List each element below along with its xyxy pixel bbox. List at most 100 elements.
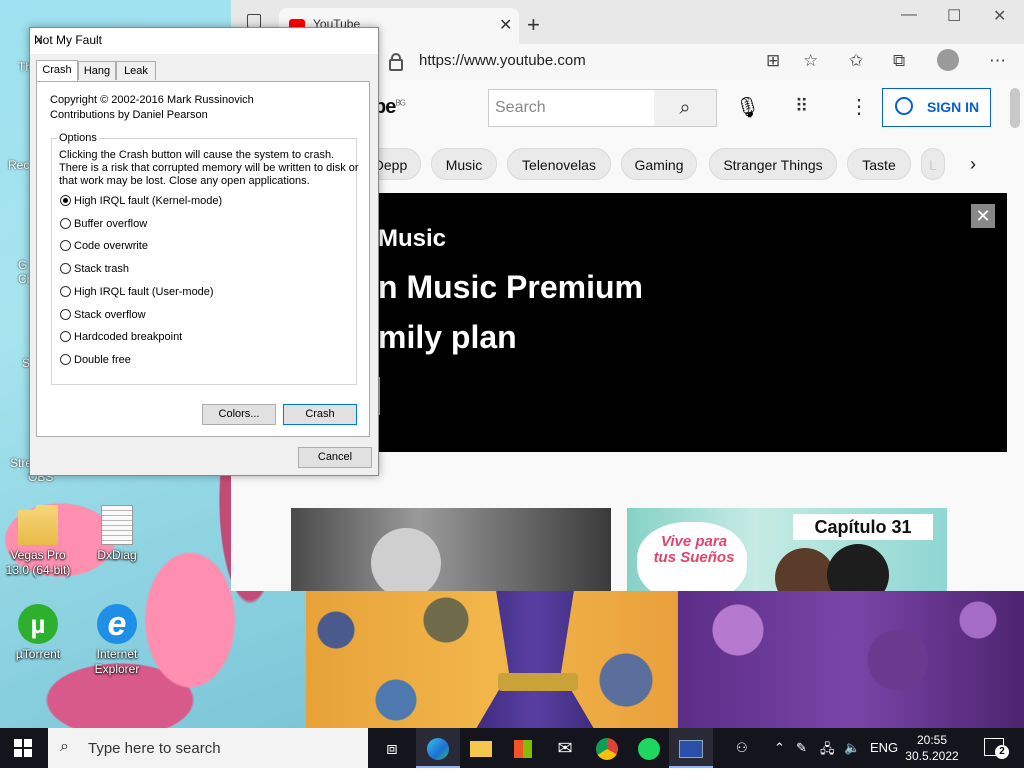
chip-taste[interactable]: Taste (847, 148, 911, 180)
desktop-icon-internet-explorer[interactable]: e Internet Explorer (82, 604, 152, 677)
radio-icon (60, 263, 71, 274)
internet-explorer-icon: e (97, 604, 137, 644)
copyright-line: Copyright © 2002-2016 Mark Russinovich (50, 94, 254, 106)
chrome-icon[interactable] (585, 728, 629, 768)
thumbnail-image (827, 544, 889, 591)
favorites-icon[interactable]: ✩ (849, 51, 863, 71)
option-stack-overflow[interactable]: Stack overflow (60, 309, 146, 321)
crash-button[interactable]: Crash (283, 404, 357, 425)
pen-icon[interactable]: ✎ (796, 740, 807, 756)
scrollbar-thumb[interactable] (1010, 88, 1020, 128)
file-explorer-icon[interactable] (459, 728, 503, 768)
radio-icon (60, 240, 71, 251)
radio-icon (60, 286, 71, 297)
app-available-icon[interactable]: ⊞ (766, 51, 780, 71)
radio-icon (60, 354, 71, 365)
desktop-icon-label-partial[interactable]: G (18, 258, 27, 272)
option-hardcoded-breakpoint[interactable]: Hardcoded breakpoint (60, 331, 182, 343)
clock-date: 30.5.2022 г. (905, 749, 959, 779)
option-high-irql-user[interactable]: High IRQL fault (User-mode) (60, 286, 214, 298)
minimize-icon[interactable]: — (901, 6, 917, 24)
clock-time: 20:55 (916, 733, 948, 747)
option-buffer-overflow[interactable]: Buffer overflow (60, 218, 147, 230)
search-icon: ⌕ (60, 738, 69, 755)
notification-count: 2 (995, 745, 1009, 759)
options-description: Clicking the Crash button will cause the… (59, 149, 359, 187)
search-icon: ⌕ (679, 97, 691, 119)
close-icon[interactable]: ✕ (34, 33, 44, 47)
thumbnail-text: Vive para tus Sueños (653, 533, 735, 566)
maximize-icon[interactable]: ☐ (947, 6, 961, 26)
language-indicator[interactable]: ENG (870, 740, 898, 755)
sign-in-button[interactable]: SIGN IN (882, 88, 991, 127)
desktop-icon-label: Internet Explorer (94, 647, 140, 676)
ad-line: mily plan (378, 319, 517, 355)
chevron-right-icon[interactable]: › (970, 154, 976, 175)
dialog-title: Not My Fault (34, 33, 103, 47)
network-icon[interactable]: 🖧 (820, 740, 835, 762)
close-ad-icon[interactable]: ✕ (971, 204, 995, 228)
desktop-icon-label-partial[interactable]: Rec (8, 158, 29, 172)
clock[interactable]: 20:55 30.5.2022 г. (904, 732, 960, 780)
cancel-button[interactable]: Cancel (298, 447, 372, 468)
ad-line: n Music Premium (378, 269, 643, 305)
document-icon (101, 505, 133, 545)
tab-close-icon[interactable]: ✕ (499, 15, 512, 35)
options-legend: Options (57, 132, 99, 144)
add-favorite-icon[interactable]: ☆ (803, 51, 818, 71)
tab-leak[interactable]: Leak (116, 61, 156, 80)
windows-start-icon[interactable] (14, 739, 32, 757)
new-tab-icon[interactable]: + (527, 12, 540, 38)
video-thumbnail[interactable]: Vive para tus Sueños Capítulo 31 (627, 508, 947, 591)
desktop-icon-utorrent[interactable]: µ µTorrent (3, 604, 73, 662)
taskbar: ⌕ Type here to search ⧈ ✉ ⚇ ⌃ ✎ 🖧 🔈 ENG … (0, 728, 1024, 779)
collections-icon[interactable]: ⧉ (893, 51, 905, 71)
edge-icon[interactable] (416, 728, 460, 768)
apps-grid-icon[interactable]: ⠿ (795, 96, 808, 117)
more-options-icon[interactable]: ⋮ (849, 94, 869, 119)
window-close-icon[interactable]: ✕ (993, 6, 1006, 26)
tab-crash[interactable]: Crash (36, 60, 78, 81)
search-button[interactable]: ⌕ (654, 89, 717, 127)
desktop-icon-label: DxDiag (97, 548, 137, 562)
desktop-icon-label: Vegas Pro 13.0 (64-bit) (5, 548, 71, 577)
dialog-titlebar[interactable]: Not My Fault ✕ (30, 28, 378, 54)
utorrent-icon: µ (18, 604, 58, 644)
profile-avatar[interactable] (937, 49, 959, 71)
url-field[interactable]: https://www.youtube.com (419, 52, 586, 69)
tab-hang[interactable]: Hang (78, 61, 116, 80)
chip-partial[interactable]: L (921, 148, 945, 180)
microsoft-store-icon[interactable] (501, 728, 545, 768)
tab-actions-icon[interactable] (247, 14, 261, 28)
colors-button[interactable]: Colors... (202, 404, 276, 425)
task-view-icon[interactable]: ⧈ (370, 728, 414, 768)
microphone-icon[interactable]: 🎙 (735, 95, 760, 120)
chip-stranger-things[interactable]: Stranger Things (709, 148, 837, 180)
option-stack-trash[interactable]: Stack trash (60, 263, 129, 275)
ad-line: Music (378, 225, 447, 252)
copyright-text: Copyright © 2002-2016 Mark Russinovich C… (50, 93, 254, 123)
not-my-fault-taskbar-icon[interactable] (669, 728, 713, 768)
chip-gaming[interactable]: Gaming (621, 148, 697, 180)
search-input[interactable]: Search (488, 89, 656, 127)
video-thumbnail[interactable] (291, 508, 611, 591)
notifications-icon[interactable]: 2 (984, 738, 1009, 759)
ad-banner[interactable]: Music n Music Premium mily plan ✕ (378, 193, 1007, 452)
lock-icon[interactable] (389, 53, 403, 71)
chip-music[interactable]: Music (431, 148, 497, 180)
chip-telenovelas[interactable]: Telenovelas (507, 148, 611, 180)
option-code-overwrite[interactable]: Code overwrite (60, 240, 148, 252)
desktop-icon-vegas-pro[interactable]: Vegas Pro 13.0 (64-bit) (3, 505, 73, 578)
chevron-up-icon[interactable]: ⌃ (774, 740, 785, 756)
not-my-fault-dialog: Not My Fault ✕ Crash Hang Leak Copyright… (29, 27, 379, 476)
taskbar-search-input[interactable]: ⌕ Type here to search (48, 728, 368, 768)
option-double-free[interactable]: Double free (60, 354, 131, 366)
spotify-icon[interactable] (627, 728, 671, 768)
volume-icon[interactable]: 🔈 (844, 740, 860, 756)
mail-icon[interactable]: ✉ (543, 728, 587, 768)
option-high-irql-kernel[interactable]: High IRQL fault (Kernel-mode) (60, 195, 222, 207)
wallpaper-band (498, 673, 578, 691)
settings-more-icon[interactable]: ⋯ (989, 51, 1006, 71)
desktop-icon-dxdiag[interactable]: DxDiag (82, 505, 152, 563)
people-icon[interactable]: ⚇ (736, 740, 748, 756)
